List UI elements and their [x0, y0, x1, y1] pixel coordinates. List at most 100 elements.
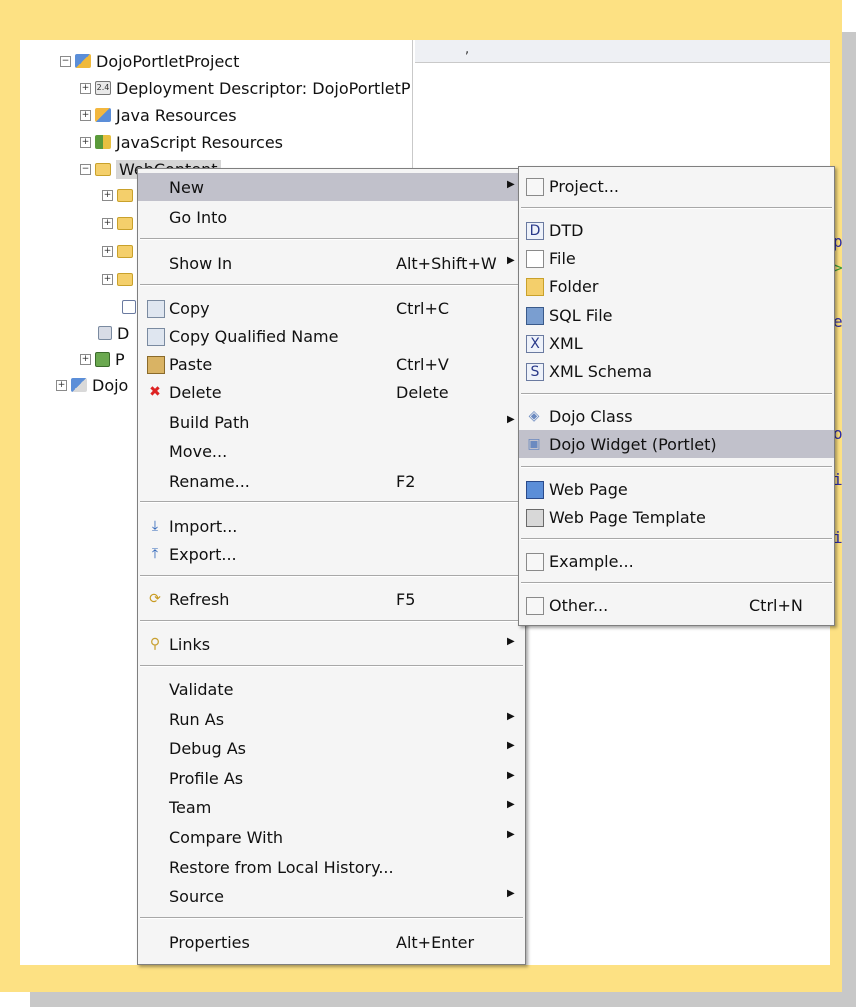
submenu-item-project[interactable]: Project... [519, 172, 834, 200]
expand-icon[interactable]: + [80, 353, 91, 365]
submenu-item-web-page-template[interactable]: Web Page Template [519, 503, 834, 531]
menu-item-label: Properties [169, 933, 250, 952]
submenu-item-example[interactable]: Example... [519, 547, 834, 575]
menu-item-validate[interactable]: Validate [138, 675, 525, 703]
menu-item-import[interactable]: ⤓ Import... [138, 512, 525, 540]
menu-item-profile-as[interactable]: Profile As ▶ [138, 764, 525, 792]
tree-item-dojo-project[interactable]: + Dojo [56, 374, 128, 396]
menu-item-new[interactable]: New ▶ [138, 173, 525, 201]
dojo-icon [98, 326, 112, 340]
tree-item-folder[interactable]: + [102, 184, 138, 206]
tree-item-javascript-resources[interactable]: + JavaScript Resources [80, 131, 283, 153]
menu-item-show-in[interactable]: Show In Alt+Shift+W ▶ [138, 249, 525, 277]
submenu-item-folder[interactable]: Folder [519, 272, 834, 300]
tree-item-label: Deployment Descriptor: DojoPortletP [116, 78, 411, 98]
expand-icon[interactable]: + [80, 136, 91, 148]
folder-open-icon [95, 162, 111, 176]
expand-icon[interactable]: + [80, 82, 91, 94]
menu-item-copy[interactable]: Copy Ctrl+C [138, 294, 525, 322]
menu-item-links[interactable]: ⚲ Links ▶ [138, 630, 525, 658]
menu-item-build-path[interactable]: Build Path ▶ [138, 408, 525, 436]
expand-icon[interactable]: + [102, 245, 113, 257]
collapse-icon[interactable]: − [60, 55, 71, 67]
menu-item-export[interactable]: ⤒ Export... [138, 540, 525, 568]
menu-item-run-as[interactable]: Run As ▶ [138, 705, 525, 733]
folder-icon [117, 216, 133, 230]
menu-item-label: Copy Qualified Name [169, 327, 339, 346]
menu-item-delete[interactable]: ✖ Delete Delete [138, 378, 525, 406]
web-project-icon [75, 54, 91, 68]
menu-item-team[interactable]: Team ▶ [138, 793, 525, 821]
menu-separator [140, 575, 523, 577]
tree-item-portlet[interactable]: + P [80, 348, 125, 370]
html-file-icon [122, 300, 136, 314]
tree-item-folder[interactable]: + [102, 268, 138, 290]
submenu-item-dtd[interactable]: D DTD [519, 216, 834, 244]
menu-separator [521, 207, 832, 209]
submenu-item-sql-file[interactable]: SQL File [519, 301, 834, 329]
tree-item-dojo[interactable]: D [98, 322, 129, 344]
menu-item-restore-from-local-history[interactable]: Restore from Local History... [138, 853, 525, 881]
submenu-item-dojo-class[interactable]: ◈ Dojo Class [519, 402, 834, 430]
editor-tab-fragment: , [465, 42, 470, 57]
menu-item-label: SQL File [549, 306, 613, 325]
collapse-icon[interactable]: − [80, 163, 91, 175]
menu-separator [521, 582, 832, 584]
folder-icon [117, 272, 133, 286]
submenu-item-xml-schema[interactable]: S XML Schema [519, 357, 834, 385]
tree-item-folder[interactable]: + [102, 212, 138, 234]
submenu-item-other[interactable]: Other... Ctrl+N [519, 591, 834, 619]
portlet-icon [95, 351, 110, 367]
menu-item-rename[interactable]: Rename... F2 [138, 467, 525, 495]
tree-item-java-resources[interactable]: + Java Resources [80, 104, 237, 126]
submenu-item-web-page[interactable]: Web Page [519, 475, 834, 503]
menu-item-label: Dojo Widget (Portlet) [549, 435, 717, 454]
menu-item-accelerator: Ctrl+V [396, 355, 449, 374]
submenu-item-xml[interactable]: X XML [519, 329, 834, 357]
menu-item-go-into[interactable]: Go Into [138, 203, 525, 231]
tree-item-folder[interactable]: + [102, 240, 138, 262]
menu-item-source[interactable]: Source ▶ [138, 882, 525, 910]
menu-separator [140, 917, 523, 919]
menu-item-label: XML Schema [549, 362, 653, 381]
menu-item-properties[interactable]: Properties Alt+Enter [138, 928, 525, 956]
new-submenu: Project... D DTD File Folder SQL File X XM… [518, 166, 835, 626]
editor-tab-bar: , [415, 40, 830, 63]
expand-icon[interactable]: + [80, 109, 91, 121]
menu-item-label: XML [549, 334, 583, 353]
export-icon: ⤒ [151, 546, 159, 562]
copy-qualified-name-icon [147, 328, 165, 346]
menu-item-debug-as[interactable]: Debug As ▶ [138, 734, 525, 762]
menu-separator [140, 501, 523, 503]
menu-item-copy-qualified-name[interactable]: Copy Qualified Name [138, 322, 525, 350]
menu-item-label: Delete [169, 383, 222, 402]
menu-item-label: Links [169, 635, 211, 654]
submenu-arrow-icon: ▶ [507, 179, 515, 190]
menu-separator [521, 466, 832, 468]
folder-icon [526, 278, 544, 296]
menu-item-compare-with[interactable]: Compare With ▶ [138, 823, 525, 851]
links-icon: ⚲ [149, 636, 161, 652]
submenu-item-file[interactable]: File [519, 244, 834, 272]
tree-item-dojo-portlet-project[interactable]: − DojoPortletProject [60, 50, 239, 72]
menu-item-label: Export... [169, 545, 237, 564]
dojo-widget-icon: ▣ [527, 436, 541, 452]
menu-item-move[interactable]: Move... [138, 437, 525, 465]
submenu-arrow-icon: ▶ [507, 799, 515, 810]
expand-icon[interactable]: + [56, 379, 67, 391]
file-icon [526, 250, 544, 268]
menu-item-paste[interactable]: Paste Ctrl+V [138, 350, 525, 378]
menu-item-label: Move... [169, 442, 228, 461]
menu-item-label: Dojo Class [549, 407, 633, 426]
expand-icon[interactable]: + [102, 217, 113, 229]
submenu-item-dojo-widget-portlet[interactable]: ▣ Dojo Widget (Portlet) [519, 430, 834, 458]
example-icon [526, 553, 544, 571]
tree-item-deployment-descriptor[interactable]: + 2.4 Deployment Descriptor: DojoPortlet… [80, 77, 411, 99]
menu-item-label: Debug As [169, 739, 246, 758]
menu-item-refresh[interactable]: ⟳ Refresh F5 [138, 585, 525, 613]
expand-icon[interactable]: + [102, 189, 113, 201]
expand-icon[interactable]: + [102, 273, 113, 285]
menu-item-label: Run As [169, 710, 225, 729]
menu-item-accelerator: F5 [396, 590, 416, 609]
submenu-arrow-icon: ▶ [507, 740, 515, 751]
